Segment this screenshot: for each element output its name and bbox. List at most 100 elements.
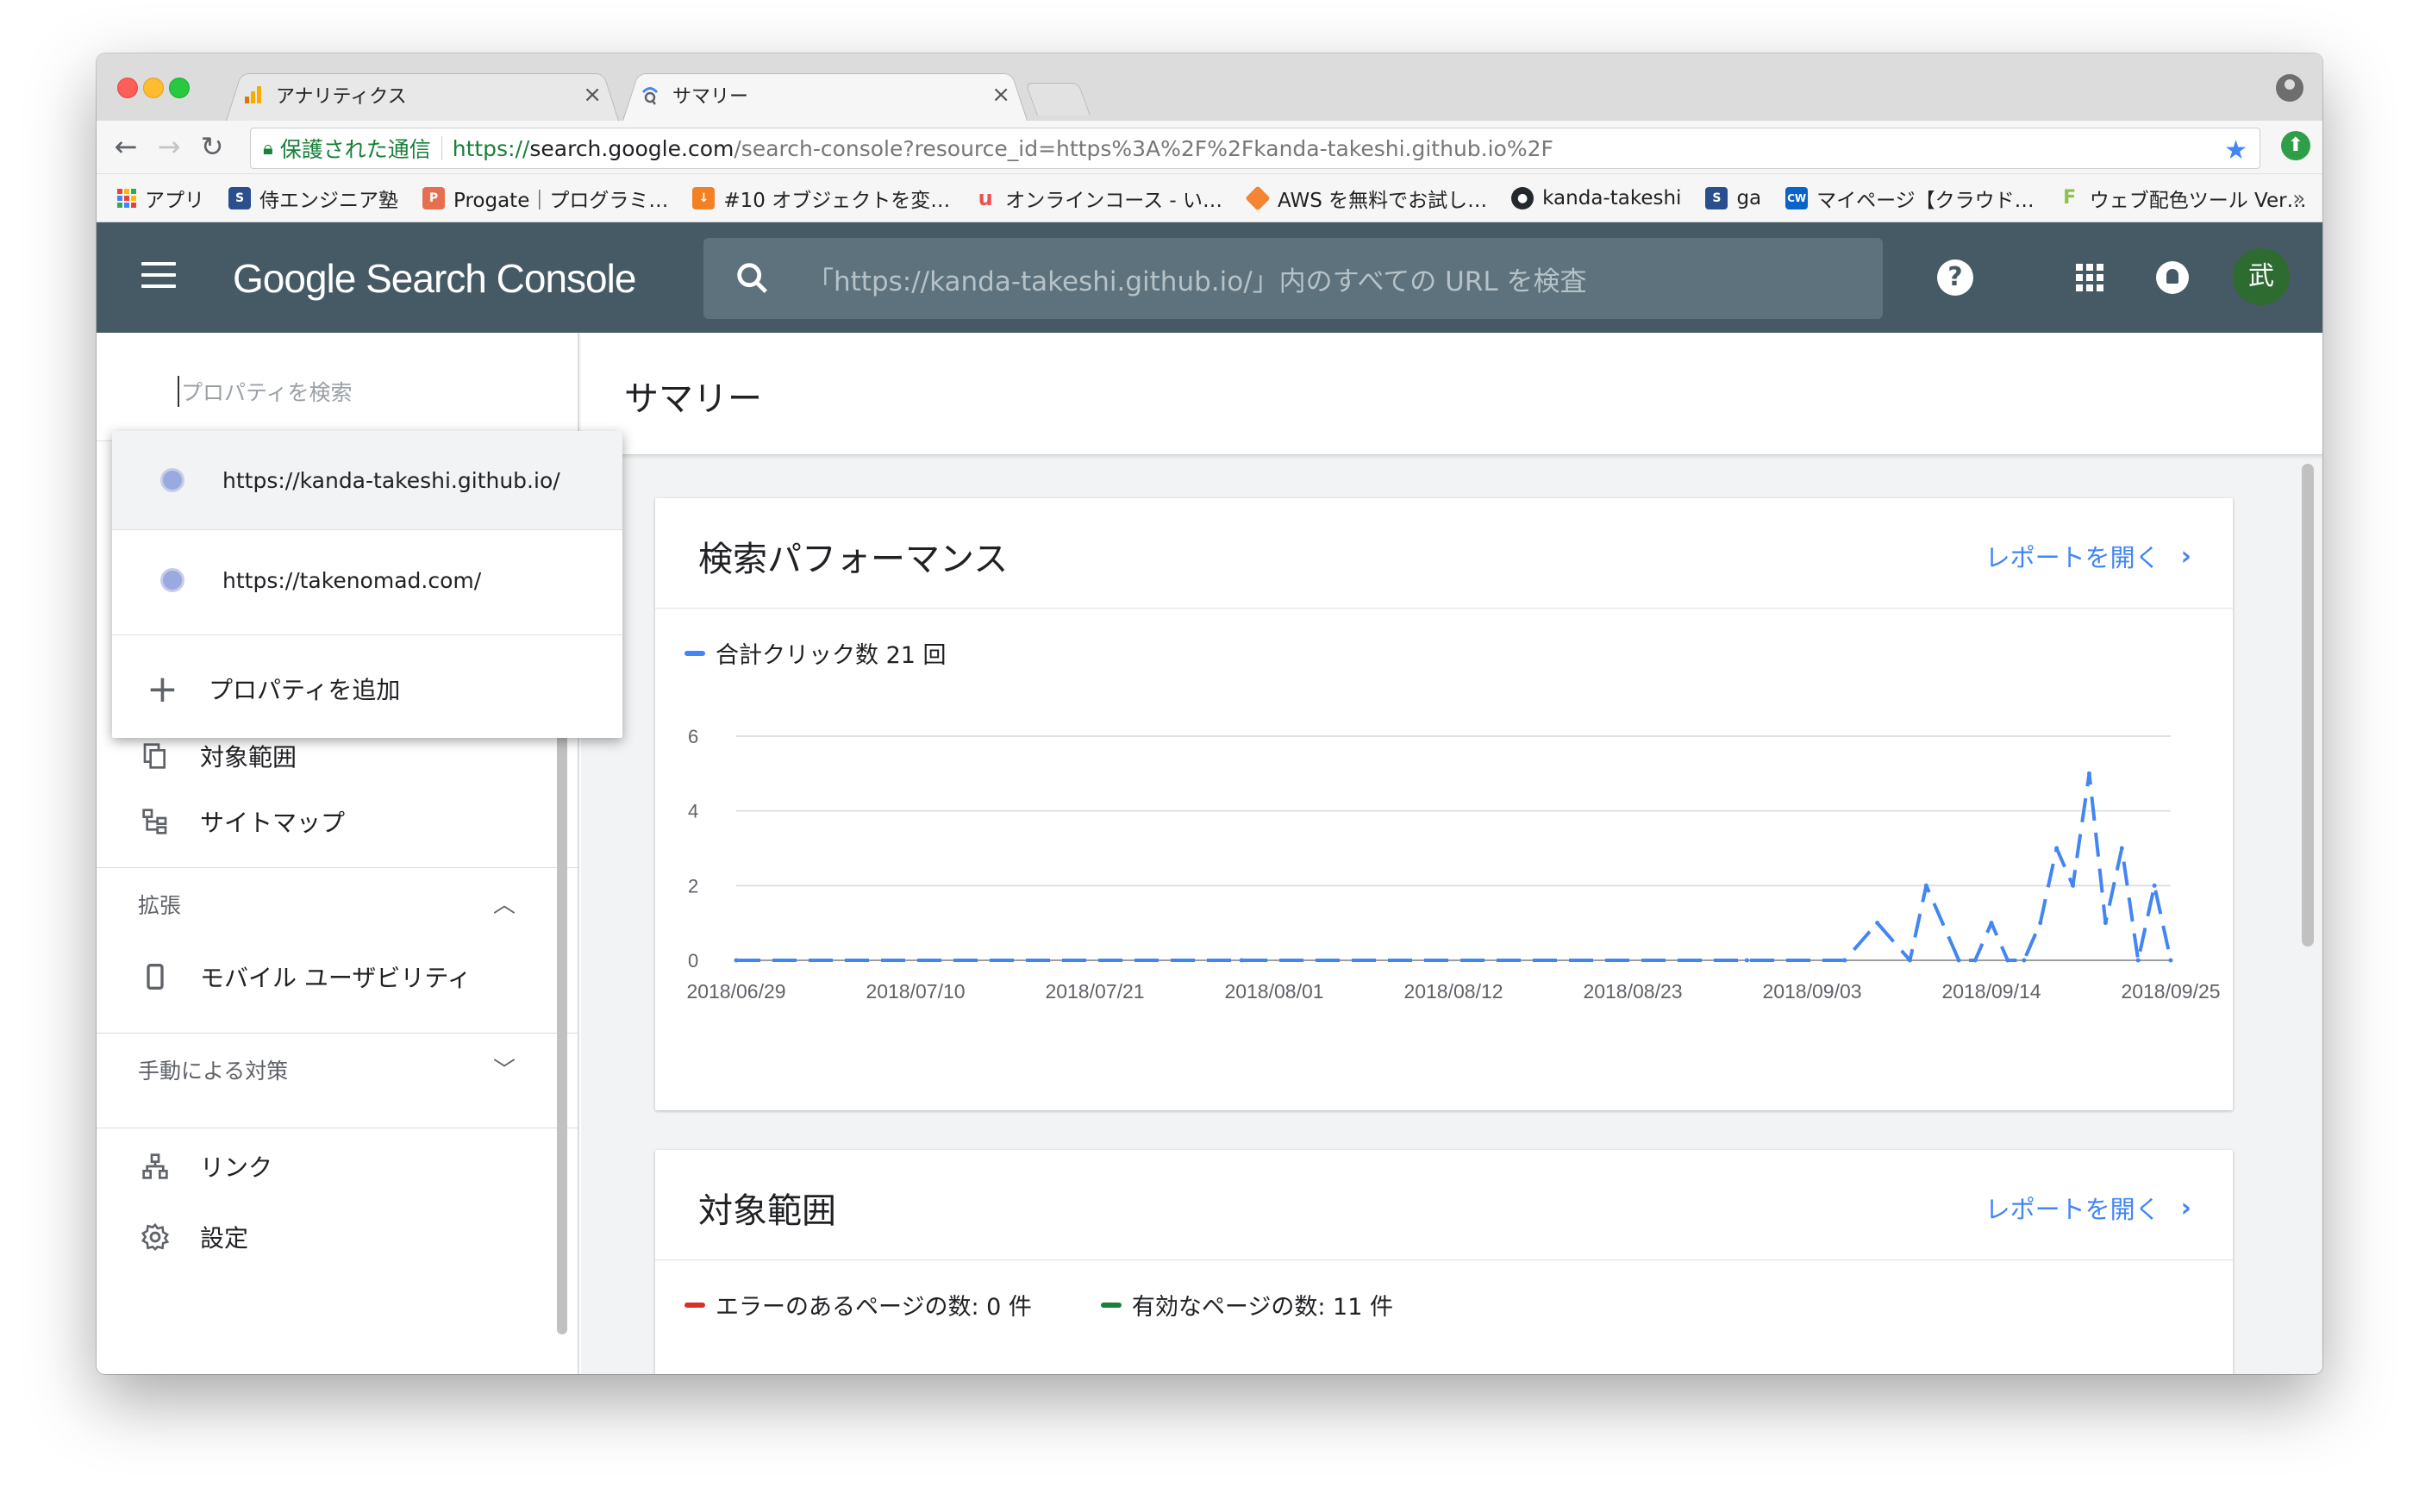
bookmark-star-icon[interactable]: ★ — [2224, 135, 2247, 166]
minimize-window-button[interactable] — [143, 78, 164, 98]
github-icon: ● — [1511, 186, 1535, 209]
property-option[interactable]: https://kanda-takeshi.github.io/ — [112, 431, 622, 529]
url-scheme: https:// — [452, 135, 530, 161]
help-icon[interactable]: ? — [1935, 257, 1976, 298]
bookmark-samurai[interactable]: S 侍エンジニア塾 — [228, 184, 398, 213]
y-tick-label: 4 — [688, 801, 698, 822]
series-line — [736, 772, 2172, 962]
close-window-button[interactable] — [117, 78, 138, 98]
bookmark-apps[interactable]: アプリ — [117, 184, 204, 213]
bookmark-label: 侍エンジニア塾 — [259, 189, 398, 212]
palette-icon: F — [2063, 186, 2077, 209]
data-point — [2103, 921, 2108, 926]
data-point — [1923, 883, 1928, 888]
secure-label: 保護された通信 — [279, 137, 431, 162]
add-property-label: プロパティを追加 — [209, 676, 401, 704]
back-icon[interactable]: ← — [109, 129, 143, 164]
sidebar-item-mobile-usability[interactable]: モバイル ユーザビリティ — [97, 947, 578, 1007]
bookmark-github[interactable]: ● kanda-takeshi — [1511, 186, 1681, 209]
globe-icon — [160, 468, 184, 492]
data-point — [2152, 883, 2157, 888]
page-header: サマリー — [581, 333, 2322, 455]
new-tab-button[interactable] — [1025, 83, 1091, 116]
data-point — [734, 958, 739, 963]
download-icon: ↓ — [692, 186, 716, 209]
card-title: 検索パフォーマンス — [698, 540, 1009, 579]
property-search-input[interactable]: プロパティを検索 — [178, 376, 353, 407]
x-tick-label: 2018/09/14 — [1941, 980, 2041, 1003]
coverage-icon — [140, 740, 171, 772]
bookmark-udemy[interactable]: u オンラインコース - い… — [974, 184, 1222, 213]
url-host: search.google.com — [529, 135, 734, 161]
bookmark-palette[interactable]: F ウェブ配色ツール Ver… — [2059, 184, 2307, 213]
extension-icon[interactable]: ⬆ — [2281, 131, 2310, 160]
sidebar-item-links[interactable]: リンク — [97, 1136, 578, 1196]
bookmarks-more-icon[interactable]: » — [2292, 186, 2305, 210]
browser-window: アナリティクス × サマリー × ← → ↻ 🔒︎ 保護された通信 https:… — [97, 53, 2322, 1374]
data-point — [2086, 771, 2091, 776]
analytics-icon — [245, 86, 261, 103]
url-inspect-search[interactable]: 「https://kanda-takeshi.github.io/」内のすべての… — [703, 238, 1883, 319]
data-point — [1907, 958, 1912, 963]
property-search[interactable]: プロパティを検索 — [97, 333, 578, 441]
main-scrollbar[interactable] — [2302, 464, 2314, 947]
bookmark-progate[interactable]: P Progate｜プログラミ… — [422, 184, 668, 213]
bookmark-aws[interactable]: AWS を無料でお試し… — [1245, 184, 1487, 213]
section-enhancements[interactable]: 拡張 ︿ — [97, 867, 578, 936]
avatar[interactable]: 武 — [2233, 248, 2290, 305]
y-tick-label: 2 — [688, 875, 698, 897]
card-title: 対象範囲 — [698, 1191, 836, 1231]
performance-chart: 0 2 4 6 2018/06/29 2018/07/10 2018/07/21 2018/0… — [686, 726, 2220, 1003]
bookmark-crowdworks[interactable]: CW マイページ【クラウド… — [1785, 184, 2035, 213]
progate-icon: P — [422, 186, 445, 209]
reload-icon[interactable]: ↻ — [195, 129, 229, 164]
data-point — [1972, 958, 1978, 963]
bookmark-ga[interactable]: S ga — [1705, 186, 1762, 209]
coverage-card: 対象範囲 レポートを開く › エラーのあるページの数: 0 件 有効なページの数… — [655, 1150, 2233, 1374]
app-brand[interactable]: Google Search Console — [233, 255, 636, 302]
property-dropdown: https://kanda-takeshi.github.io/ https:/… — [112, 431, 622, 738]
search-console-icon — [642, 87, 658, 105]
data-point — [1875, 921, 1880, 926]
address-bar[interactable]: 🔒︎ 保護された通信 https:// search.google.com /s… — [250, 128, 2260, 169]
sidebar-item-sitemaps[interactable]: サイトマップ — [97, 791, 578, 852]
samurai-icon: S — [228, 186, 251, 209]
x-tick-label: 2018/07/21 — [1045, 980, 1144, 1003]
apps-icon — [117, 188, 136, 208]
bookmark-object[interactable]: ↓ #10 オブジェクトを変… — [692, 184, 950, 213]
menu-icon[interactable] — [141, 262, 176, 291]
section-manual-actions[interactable]: 手動による対策 ﹀ — [97, 1033, 578, 1102]
bookmark-label: オンラインコース - い… — [1005, 189, 1222, 212]
add-property-button[interactable]: + プロパティを追加 — [112, 640, 622, 738]
tab-analytics[interactable]: アナリティクス × — [226, 69, 619, 121]
open-coverage-report-link[interactable]: レポートを開く › — [1985, 1190, 2191, 1226]
notifications-icon[interactable] — [2152, 257, 2193, 298]
profile-icon[interactable] — [2276, 74, 2303, 102]
sidebar-item-settings[interactable]: 設定 — [97, 1207, 578, 1267]
forward-icon[interactable]: → — [152, 129, 186, 164]
chevron-up-icon[interactable]: ︿ — [493, 887, 516, 919]
open-performance-report-link[interactable]: レポートを開く › — [1985, 538, 2191, 574]
close-icon[interactable]: × — [991, 82, 1010, 108]
url-path: /search-console?resource_id=https%3A%2F%… — [734, 135, 1553, 161]
close-icon[interactable]: × — [583, 82, 602, 108]
tab-summary[interactable]: サマリー × — [622, 69, 1028, 121]
search-icon — [737, 263, 768, 294]
data-point — [2119, 846, 2124, 851]
chevron-down-icon[interactable]: ﹀ — [493, 1053, 516, 1084]
legend-valid-pages[interactable]: 有効なページの数: 11 件 — [1100, 1288, 1393, 1321]
sidebar-item-label: モバイル ユーザビリティ — [200, 964, 472, 992]
property-option[interactable]: https://takenomad.com/ — [112, 531, 622, 629]
page-title: サマリー — [624, 379, 762, 419]
maximize-window-button[interactable] — [169, 78, 190, 98]
bookmark-label: ga — [1736, 186, 1762, 209]
chevron-right-icon: › — [2180, 540, 2191, 572]
mobile-icon — [140, 961, 171, 992]
legend-error-pages[interactable]: エラーのあるページの数: 0 件 — [684, 1288, 1032, 1321]
bookmarks-bar: アプリ S 侍エンジニア塾 P Progate｜プログラミ… ↓ #10 オブジ… — [97, 174, 2322, 222]
bookmark-label: ウェブ配色ツール Ver… — [2089, 189, 2307, 212]
sidebar-item-label: リンク — [200, 1153, 273, 1182]
google-apps-icon[interactable] — [2069, 257, 2110, 298]
x-tick-label: 2018/06/29 — [686, 980, 785, 1003]
section-label: 手動による対策 — [138, 1059, 289, 1084]
